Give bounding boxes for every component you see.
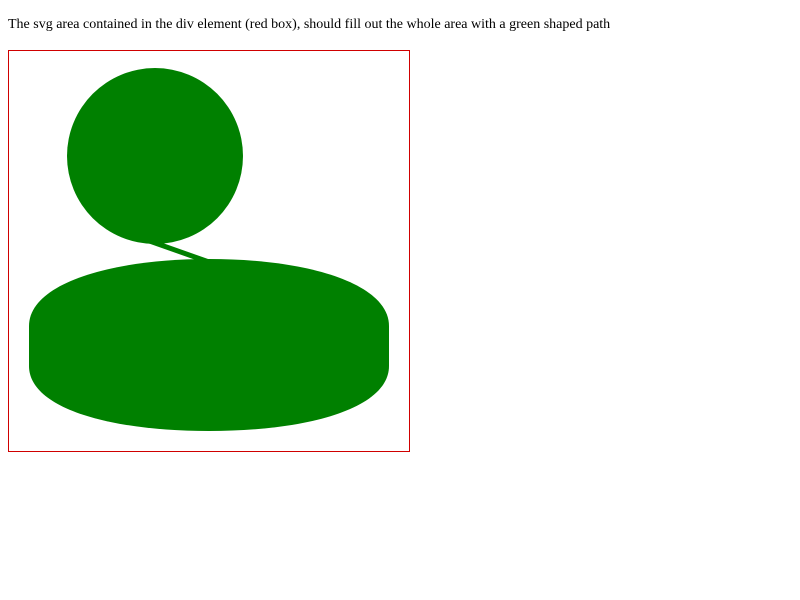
page-description: The svg area contained in the div elemen… <box>8 17 611 32</box>
green-head-circle <box>67 68 243 244</box>
svg-canvas <box>29 68 389 431</box>
green-body-shape <box>29 259 389 431</box>
svg-container-red-box <box>8 50 410 452</box>
